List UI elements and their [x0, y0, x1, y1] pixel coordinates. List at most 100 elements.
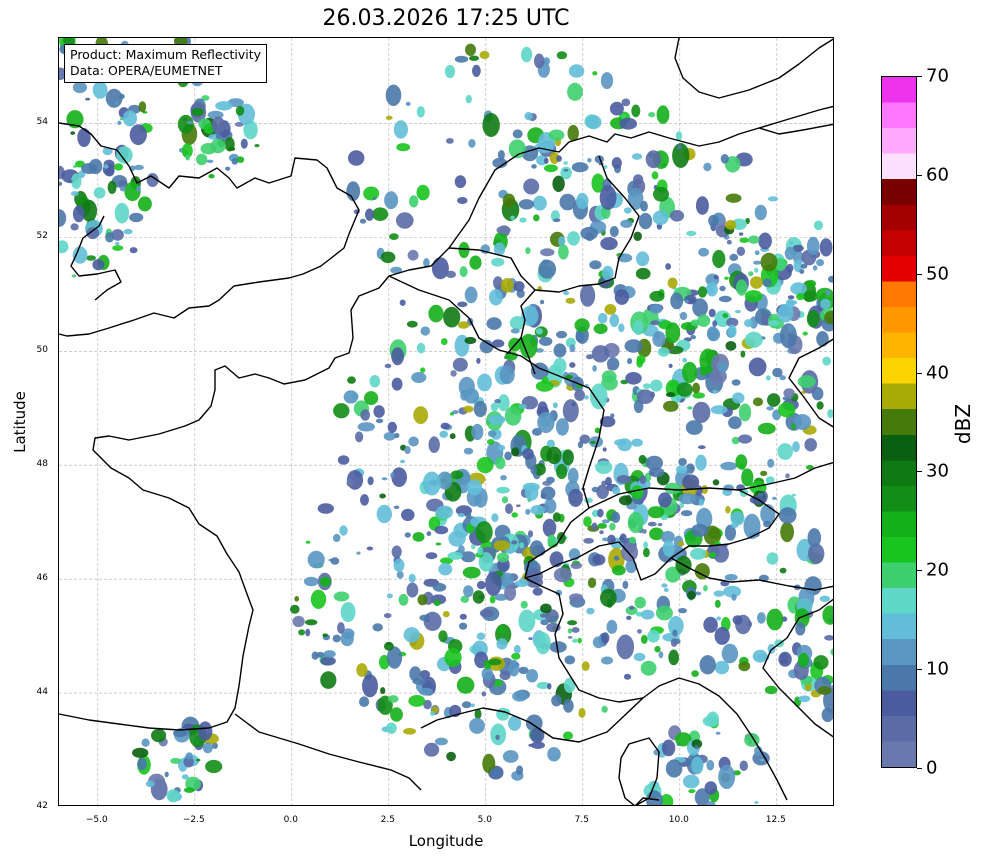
radar-echo-cell — [585, 115, 602, 130]
y-tick-label: 54 — [36, 117, 48, 128]
radar-echo-cell — [658, 651, 664, 659]
radar-echo-cell — [381, 477, 388, 481]
radar-echo-cell — [754, 267, 759, 273]
radar-echo-cell — [591, 345, 610, 363]
radar-echo-cell — [413, 406, 429, 424]
radar-echo-cell — [552, 175, 565, 192]
radar-echo-cell — [406, 320, 418, 328]
radar-echo-cell — [714, 599, 721, 608]
radar-echo-cell — [346, 181, 361, 202]
radar-echo-cell — [540, 603, 552, 614]
colorbar-tick — [917, 669, 922, 671]
colorbar-tick-label: 50 — [926, 263, 949, 285]
radar-map[interactable] — [58, 37, 834, 806]
radar-echo-cell — [471, 423, 484, 441]
radar-echo-cell — [396, 143, 411, 152]
radar-echo-cell — [739, 237, 749, 243]
radar-echo-cell — [552, 512, 561, 522]
radar-echo-cell — [766, 406, 774, 411]
radar-echo-cell — [695, 196, 709, 215]
radar-echo-cell — [647, 506, 665, 519]
x-tick-label: 0.0 — [283, 815, 298, 825]
radar-echo-cell — [719, 285, 726, 292]
radar-echo-cell — [465, 94, 472, 104]
radar-echo-cell — [816, 331, 829, 347]
radar-echo-cell — [616, 634, 635, 660]
radar-echo-cell — [372, 623, 383, 632]
radar-echo-cell — [647, 521, 657, 527]
radar-echo-cell — [355, 431, 364, 443]
radar-echo-cell — [383, 641, 394, 651]
radar-echo-cell — [435, 505, 453, 519]
radar-echo-cell — [305, 540, 311, 544]
radar-echo-cell — [732, 615, 743, 625]
radar-echo-cell — [385, 84, 402, 107]
radar-echo-cell — [820, 298, 831, 310]
radar-echo-cell — [389, 233, 399, 241]
radar-echo-cell — [405, 101, 411, 106]
radar-echo-cell — [514, 579, 529, 588]
colorbar-tick — [917, 372, 922, 374]
radar-echo-cell — [394, 432, 400, 439]
radar-echo-cell — [812, 265, 818, 271]
radar-echo-cell — [600, 588, 617, 608]
radar-echo-cell — [703, 585, 708, 592]
radar-echo-cell — [375, 418, 384, 424]
radar-echo-cell — [535, 632, 551, 655]
radar-echo-cell — [558, 244, 569, 260]
radar-echo-cell — [754, 250, 760, 256]
radar-echo-cell — [643, 547, 650, 558]
radar-echo-cell — [760, 470, 768, 477]
radar-echo-cell — [511, 512, 518, 518]
radar-echo-cell — [760, 758, 765, 762]
radar-echo-cell — [72, 165, 78, 168]
radar-echo-cell — [356, 551, 361, 555]
radar-echo-cell — [225, 166, 231, 171]
radar-echo-cell — [183, 787, 195, 793]
radar-echo-cell — [538, 259, 557, 279]
radar-echo-cell — [600, 237, 618, 251]
radar-echo-cell — [772, 367, 783, 378]
radar-echo-cell — [444, 65, 456, 79]
y-tick-label: 42 — [36, 801, 48, 811]
radar-echo-cell — [675, 131, 683, 141]
radar-echo-cell — [760, 252, 778, 272]
radar-echo-cell — [446, 751, 456, 762]
radar-echo-cell — [486, 317, 502, 330]
radar-echo-cell — [533, 214, 540, 222]
radar-echo-cell — [129, 247, 138, 254]
radar-echo-cell — [778, 402, 796, 418]
radar-echo-cell — [721, 643, 739, 664]
radar-echo-cell — [511, 447, 520, 457]
y-tick-label: 44 — [36, 687, 48, 698]
radar-echo-cell — [408, 436, 419, 447]
radar-echo-cell — [766, 552, 779, 565]
radar-echo-cell — [722, 313, 729, 319]
x-axis-label: Longitude — [408, 832, 484, 850]
radar-echo-cell — [712, 389, 718, 394]
radar-echo-cell — [691, 756, 704, 775]
radar-echo-cell — [725, 193, 742, 203]
radar-echo-cell — [602, 447, 607, 452]
radar-echo-cell — [553, 218, 561, 222]
radar-echo-cell — [432, 582, 447, 592]
radar-echo-cell — [595, 460, 613, 474]
radar-echo-cell — [522, 448, 534, 460]
radar-echo-cell — [631, 438, 643, 447]
radar-echo-cell — [619, 117, 637, 130]
radar-echo-cell — [372, 207, 389, 221]
radar-echo-cell — [785, 473, 790, 479]
radar-echo-cell — [196, 153, 208, 166]
radar-echo-cell — [616, 475, 632, 484]
radar-echo-cell — [653, 186, 669, 202]
radar-echo-cell — [530, 466, 538, 475]
x-tick-label: 7.5 — [574, 815, 589, 825]
radar-echo-cell — [491, 513, 499, 522]
radar-echo-cell — [589, 260, 602, 270]
x-tick-label: 10.0 — [668, 815, 689, 825]
radar-echo-cell — [567, 467, 579, 484]
radar-echo-cell — [489, 289, 503, 306]
radar-echo-cell — [790, 282, 807, 295]
radar-echo-cell — [724, 574, 738, 581]
radar-echo-cell — [404, 445, 411, 455]
